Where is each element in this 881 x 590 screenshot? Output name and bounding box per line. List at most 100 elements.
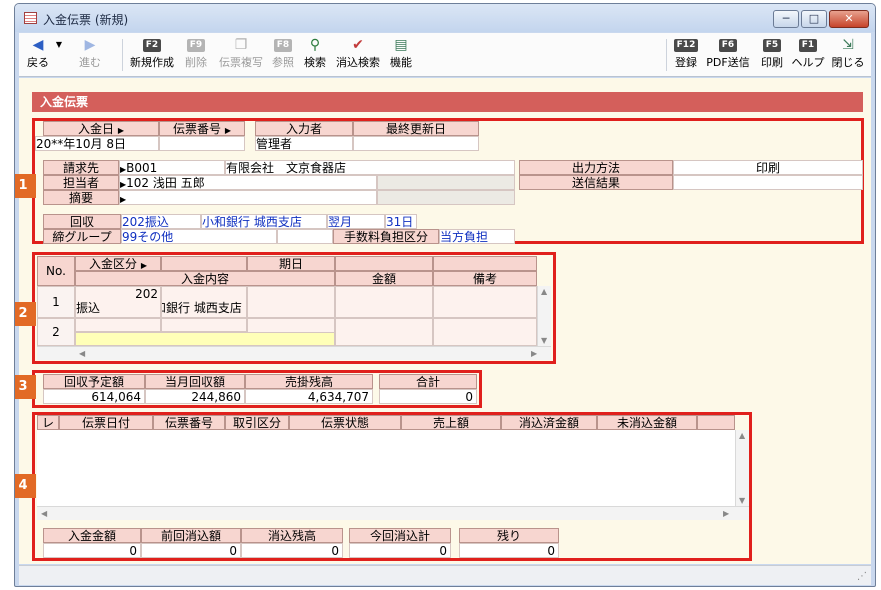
scroll-left-icon: ◀ (41, 509, 48, 518)
col-due-header: 期日 (247, 256, 335, 271)
section-badge-3: 3 (15, 375, 36, 399)
output-method-label: 出力方法 (519, 160, 673, 175)
delete-button[interactable]: F9 削除 (179, 35, 213, 75)
row2-type-cell[interactable] (75, 318, 161, 332)
scroll-up-icon: ▲ (739, 431, 746, 440)
date-label[interactable]: 入金日 ▶ (43, 121, 159, 136)
ar-balance-label: 売掛残高 (245, 374, 373, 389)
col-blank-header (433, 256, 537, 271)
copy-slip-button[interactable]: ❐ 伝票複写 (217, 35, 265, 75)
last-updated-label: 最終更新日 (353, 121, 479, 136)
row1-due-cell[interactable] (247, 286, 335, 318)
close-window-button[interactable]: ✕ (829, 10, 869, 28)
maximize-button[interactable]: □ (801, 10, 827, 28)
col-type-header[interactable]: 入金区分 ▶ (75, 256, 161, 271)
remainder-value: 0 (459, 543, 559, 558)
staff-field[interactable]: ▶102 浅田 五郎 (119, 175, 377, 190)
col-status-header: 伝票状態 (289, 415, 401, 430)
back-button[interactable]: ◀ 戻る (23, 35, 53, 75)
back-dropdown[interactable]: ▼ (53, 35, 65, 75)
row1-type-cell[interactable]: 202 振込 (75, 286, 161, 318)
inputter-label: 入力者 (255, 121, 353, 136)
check-clear-icon: ✔ (352, 37, 364, 53)
send-result-field (673, 175, 863, 190)
col-blank-header (161, 256, 247, 271)
f2-key-icon: F2 (142, 38, 162, 52)
month-collected-value: 244,860 (145, 389, 245, 404)
window-title: 入金伝票 (新規) (43, 13, 129, 27)
toolbar-separator (666, 39, 667, 71)
resize-grip-icon[interactable]: ⋰ (857, 571, 867, 582)
close-button[interactable]: ⇲ 閉じる (829, 35, 867, 75)
col-slip-header: 伝票番号 (153, 415, 225, 430)
month-collected-label: 当月回収額 (145, 374, 245, 389)
row1-bank-cell[interactable]: 小和銀行 城西支店 (161, 286, 247, 318)
minimize-button[interactable]: ─ (773, 10, 799, 28)
memo-field[interactable]: ▶ (119, 190, 377, 205)
inputter-field: 管理者 (255, 136, 353, 151)
table-row-number: 1 (37, 286, 75, 318)
col-date-header: 伝票日付 (59, 415, 153, 430)
fee-field[interactable]: 当方負担 (439, 229, 515, 244)
function-button[interactable]: ▤ 機能 (387, 35, 415, 75)
f8-key-icon: F8 (273, 38, 293, 52)
title-bar: 入金伝票 (新規) ─ □ ✕ (15, 4, 875, 32)
reconcile-vertical-scrollbar[interactable]: ▲ ▼ (735, 430, 749, 506)
scroll-down-icon: ▼ (541, 336, 548, 345)
slip-number-label[interactable]: 伝票番号 ▶ (159, 121, 245, 136)
slip-number-field[interactable] (159, 136, 245, 151)
row2-content-cell[interactable] (75, 332, 335, 346)
billing-code-field[interactable]: ▶B001 (119, 160, 225, 175)
date-field[interactable]: 20**年10月 8日 (35, 136, 159, 151)
row2-bank-cell[interactable] (161, 318, 247, 332)
detail-vertical-scrollbar[interactable]: ▲ ▼ (537, 286, 551, 346)
arrow-right-icon: ▶ (117, 126, 124, 135)
app-icon (24, 12, 37, 24)
scroll-down-icon: ▼ (739, 496, 746, 505)
collection-bank-field[interactable]: 小和銀行 城西支店 (201, 214, 327, 229)
staff-extra-field (377, 175, 515, 190)
total-value: 0 (379, 389, 477, 404)
print-button[interactable]: F5 印刷 (757, 35, 787, 75)
pdf-send-button[interactable]: F6 PDF送信 (705, 35, 751, 75)
register-button[interactable]: F12 登録 (671, 35, 701, 75)
reconcile-list[interactable] (37, 430, 735, 506)
detail-horizontal-scrollbar[interactable]: ◀ ▶ (37, 346, 551, 360)
app-window: 入金伝票 (新規) ─ □ ✕ ◀ 戻る ▼ ▶ 進む F2 新規作成 F9 削… (14, 3, 876, 587)
reference-button[interactable]: F8 参照 (269, 35, 297, 75)
row2-amount-cell[interactable] (335, 318, 433, 346)
memo-extra-field (377, 190, 515, 205)
exit-door-icon: ⇲ (842, 37, 854, 53)
collection-method-field[interactable]: 202振込 (121, 214, 201, 229)
arrow-right-icon: ▶ (140, 261, 147, 270)
group-extra-field (277, 229, 333, 244)
col-kind-header: 取引区分 (225, 415, 289, 430)
f1-key-icon: F1 (798, 38, 818, 52)
collection-month-field[interactable]: 翌月 (327, 214, 385, 229)
plan-amount-label: 回収予定額 (43, 374, 145, 389)
prev-cleared-value: 0 (141, 543, 241, 558)
copy-icon: ❐ (234, 37, 248, 53)
row1-note-cell[interactable] (433, 286, 537, 318)
clear-search-button[interactable]: ✔ 消込検索 (333, 35, 383, 75)
billing-name-field: 有限会社 文京食器店 (225, 160, 515, 175)
f12-key-icon: F12 (673, 38, 699, 52)
col-blank-header (697, 415, 735, 430)
new-button[interactable]: F2 新規作成 (127, 35, 177, 75)
row2-note-cell[interactable] (433, 318, 537, 346)
collection-label: 回収 (43, 214, 121, 229)
row1-amount-cell[interactable] (335, 286, 433, 318)
output-method-field[interactable]: 印刷 (673, 160, 863, 175)
clear-remaining-label: 消込残高 (241, 528, 343, 543)
help-button[interactable]: F1 ヘルプ (791, 35, 825, 75)
function-icon: ▤ (394, 37, 408, 53)
col-amount-header: 金額 (335, 271, 433, 286)
scroll-right-icon: ▶ (531, 349, 538, 358)
search-button[interactable]: ⚲ 検索 (301, 35, 329, 75)
group-field[interactable]: 99その他 (121, 229, 277, 244)
col-sales-header: 売上額 (401, 415, 501, 430)
collection-day-field[interactable]: 31日 (385, 214, 417, 229)
reconcile-horizontal-scrollbar[interactable]: ◀ ▶ (37, 506, 749, 520)
total-label: 合計 (379, 374, 477, 389)
forward-button[interactable]: ▶ 進む (75, 35, 105, 75)
